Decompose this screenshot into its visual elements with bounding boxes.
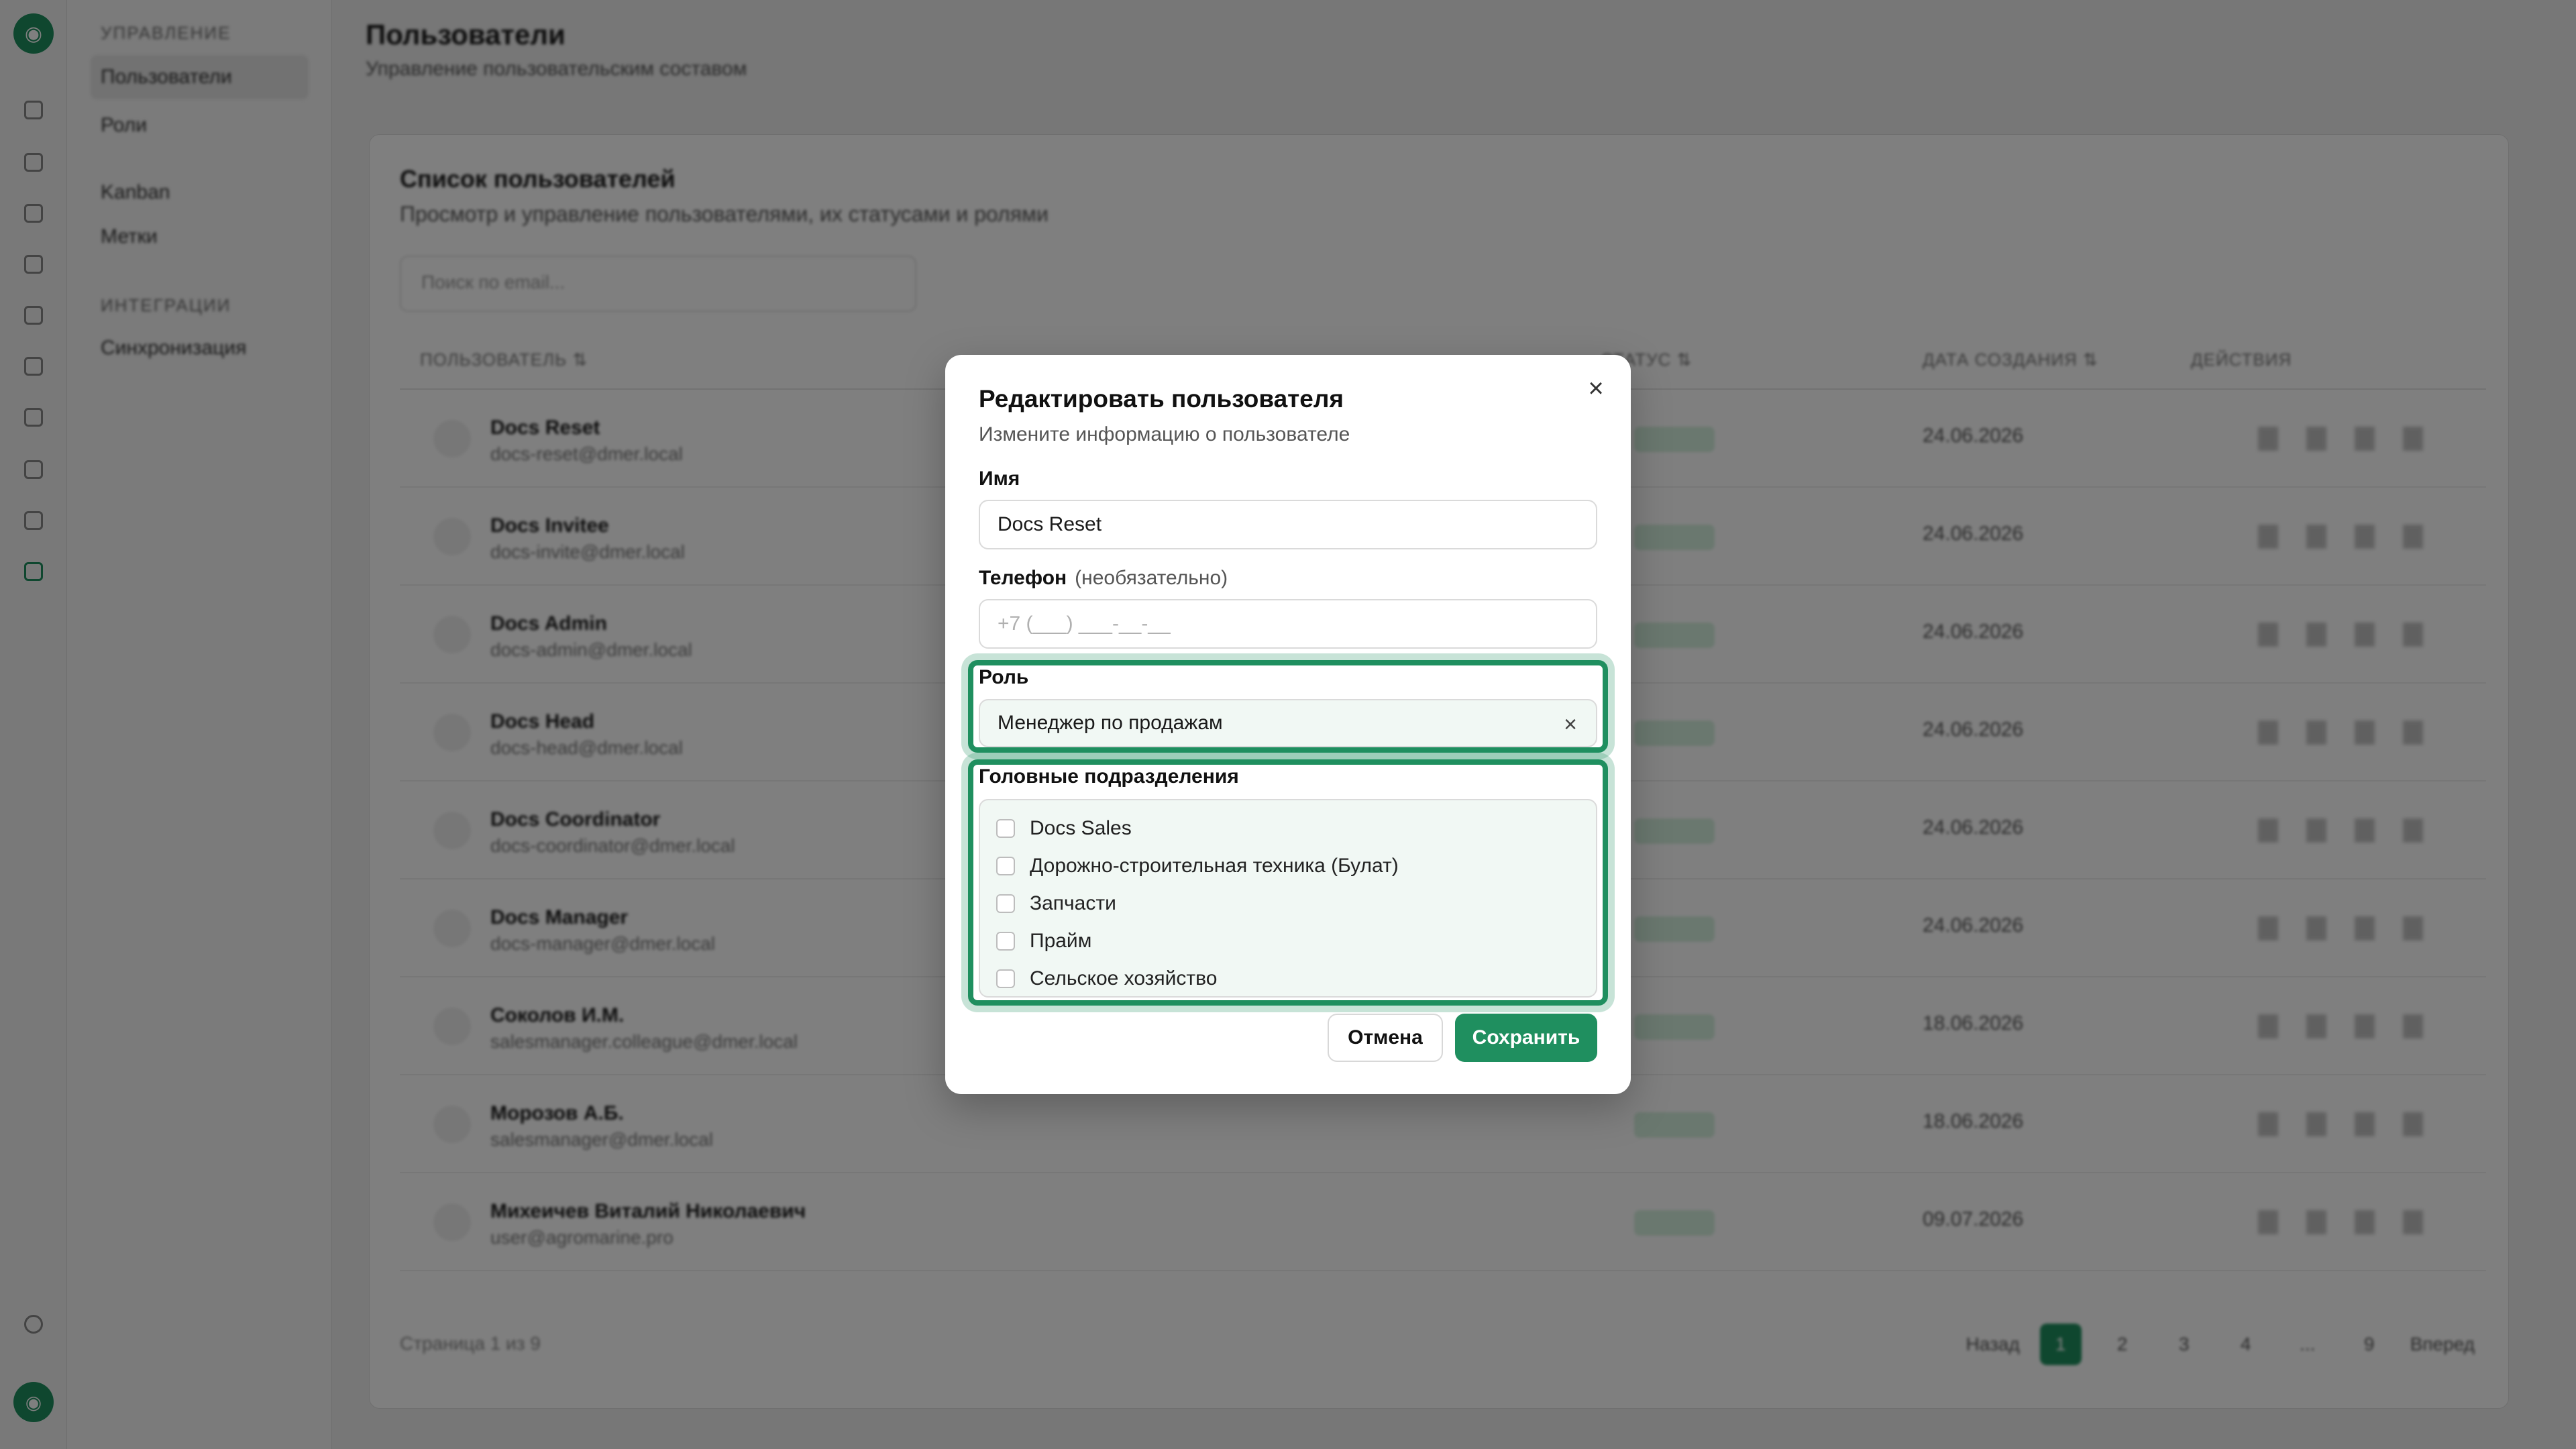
checkbox[interactable]: [996, 857, 1015, 875]
division-label: Docs Sales: [1030, 817, 1132, 839]
division-label: Прайм: [1030, 930, 1092, 952]
division-option[interactable]: Docs Sales: [996, 815, 1132, 842]
role-select-value: Менеджер по продажам: [998, 712, 1223, 734]
close-icon[interactable]: ×: [1582, 375, 1609, 402]
cancel-button[interactable]: Отмена: [1328, 1014, 1443, 1062]
checkbox[interactable]: [996, 819, 1015, 838]
checkbox[interactable]: [996, 894, 1015, 913]
name-label: Имя: [979, 468, 1020, 490]
division-label: Запчасти: [1030, 892, 1116, 914]
division-option[interactable]: Запчасти: [996, 890, 1116, 917]
phone-input[interactable]: +7 (___) ___-__-__: [979, 599, 1597, 649]
checkbox[interactable]: [996, 932, 1015, 951]
divisions-label: Головные подразделения: [979, 765, 1239, 788]
phone-label: Телефон (необязательно): [979, 567, 1228, 590]
dialog-subtitle: Измените информацию о пользователе: [979, 423, 1350, 445]
division-label: Сельское хозяйство: [1030, 967, 1218, 989]
role-label: Роль: [979, 666, 1029, 688]
role-select[interactable]: Менеджер по продажам ×: [979, 699, 1597, 747]
name-input[interactable]: Docs Reset: [979, 500, 1597, 549]
phone-label-text: Телефон: [979, 567, 1067, 589]
division-label: Дорожно-строительная техника (Булат): [1030, 855, 1399, 877]
divisions-list[interactable]: Docs Sales Дорожно-строительная техника …: [979, 799, 1597, 998]
division-option[interactable]: Сельское хозяйство: [996, 965, 1217, 992]
dialog-title: Редактировать пользователя: [979, 385, 1344, 413]
checkbox[interactable]: [996, 969, 1015, 988]
division-option[interactable]: Прайм: [996, 928, 1091, 955]
edit-user-dialog: × Редактировать пользователя Измените ин…: [945, 355, 1631, 1094]
division-option[interactable]: Дорожно-строительная техника (Булат): [996, 853, 1399, 879]
phone-optional-hint: (необязательно): [1075, 567, 1228, 589]
save-button[interactable]: Сохранить: [1455, 1014, 1597, 1062]
clear-role-icon[interactable]: ×: [1557, 711, 1584, 738]
